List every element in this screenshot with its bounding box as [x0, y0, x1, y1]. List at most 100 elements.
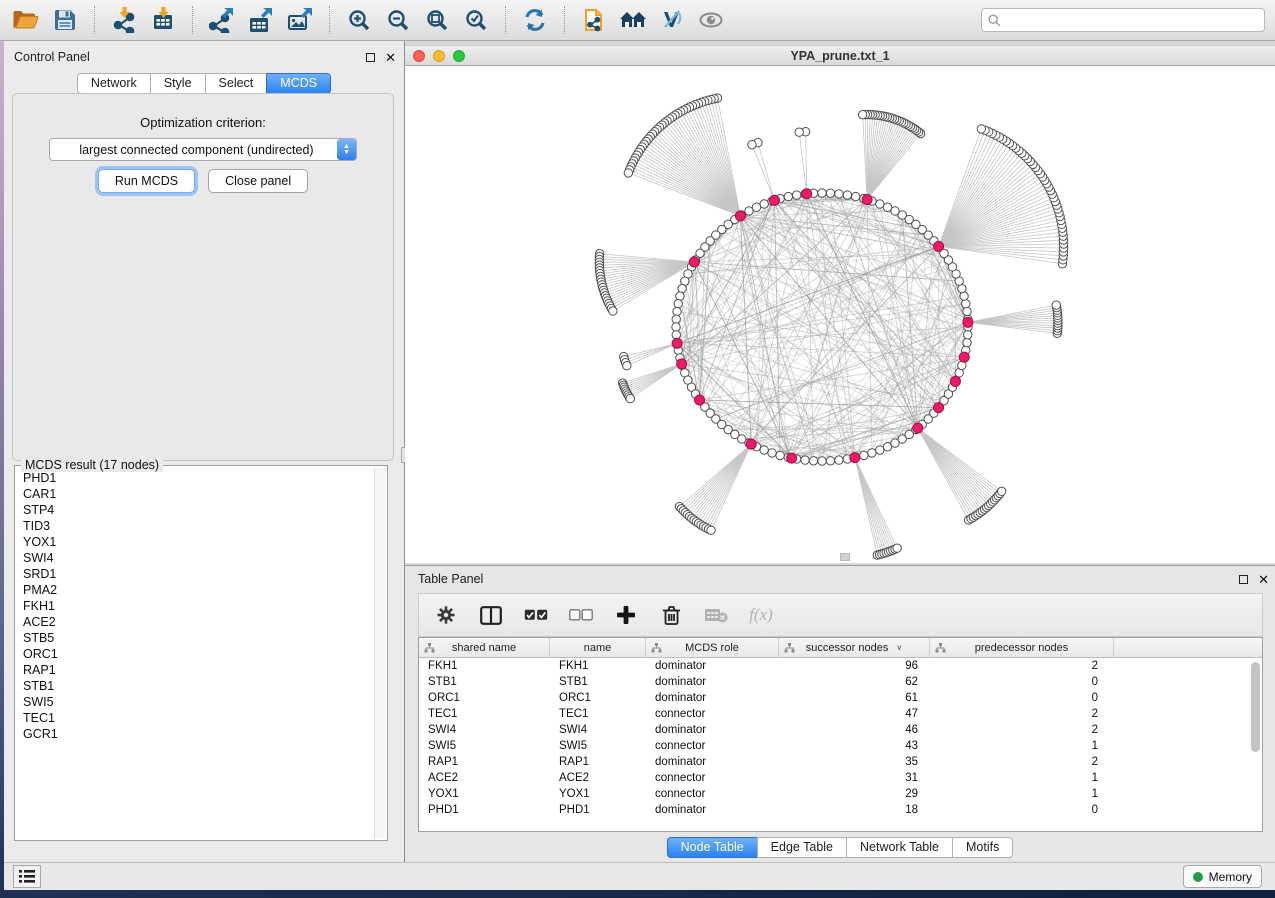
- search-input[interactable]: [1005, 13, 1258, 27]
- delete-column-button[interactable]: [656, 600, 686, 630]
- mcds-result-item[interactable]: YOX1: [17, 534, 373, 550]
- network-node[interactable]: [868, 449, 876, 457]
- table-row[interactable]: RAP1RAP1dominator352: [419, 754, 1262, 770]
- network-satellite-node[interactable]: [893, 544, 901, 552]
- network-node[interactable]: [964, 331, 972, 339]
- table-row[interactable]: SWI4SWI4dominator462: [419, 722, 1262, 738]
- network-hub-node[interactable]: [769, 195, 779, 205]
- network-node[interactable]: [860, 451, 868, 459]
- canvas-resize-grip[interactable]: [840, 553, 850, 561]
- mcds-result-item[interactable]: TID3: [17, 518, 373, 534]
- tab-mcds[interactable]: MCDS: [266, 73, 331, 94]
- network-node[interactable]: [818, 189, 826, 197]
- network-node[interactable]: [672, 323, 680, 331]
- mcds-result-item[interactable]: STB1: [17, 678, 373, 694]
- table-row[interactable]: ACE2ACE2connector311: [419, 770, 1262, 786]
- network-satellite-node[interactable]: [997, 487, 1005, 495]
- mcds-result-item[interactable]: SWI4: [17, 550, 373, 566]
- table-scrollbar-thumb[interactable]: [1251, 662, 1260, 752]
- column-header-MCDS-role[interactable]: MCDS role: [646, 638, 779, 657]
- network-node[interactable]: [851, 192, 859, 200]
- table-row[interactable]: FKH1FKH1dominator962: [419, 658, 1262, 674]
- v-slash-button[interactable]: [656, 5, 688, 35]
- network-hub-node[interactable]: [959, 352, 969, 362]
- settings-gear-button[interactable]: [431, 600, 461, 630]
- network-hub-node[interactable]: [862, 195, 872, 205]
- export-table-button[interactable]: [245, 5, 277, 35]
- network-node[interactable]: [963, 338, 971, 346]
- network-hub-node[interactable]: [963, 317, 973, 327]
- network-node[interactable]: [760, 446, 768, 454]
- criterion-select[interactable]: largest connected component (undirected)…: [49, 138, 357, 161]
- network-hub-node[interactable]: [787, 453, 797, 463]
- network-node[interactable]: [826, 457, 834, 465]
- network-node[interactable]: [843, 191, 851, 199]
- table-row[interactable]: PHD1PHD1dominator180: [419, 802, 1262, 818]
- mcds-result-item[interactable]: GCR1: [17, 726, 373, 742]
- mcds-result-item[interactable]: ACE2: [17, 614, 373, 630]
- import-network-button[interactable]: [108, 5, 140, 35]
- mcds-result-item[interactable]: SWI5: [17, 694, 373, 710]
- table-row[interactable]: ORC1ORC1dominator610: [419, 690, 1262, 706]
- run-mcds-button[interactable]: Run MCDS: [98, 169, 195, 193]
- network-node[interactable]: [962, 300, 970, 308]
- mcds-result-item[interactable]: RAP1: [17, 662, 373, 678]
- tab-motifs[interactable]: Motifs: [952, 837, 1013, 858]
- table-row[interactable]: YOX1YOX1connector291: [419, 786, 1262, 802]
- memory-button[interactable]: Memory: [1183, 865, 1262, 888]
- network-node[interactable]: [818, 457, 826, 465]
- eye-button[interactable]: [695, 5, 727, 35]
- network-node[interactable]: [826, 189, 834, 197]
- column-header-predecessor-nodes[interactable]: predecessor nodes: [930, 638, 1114, 657]
- float-panel-icon[interactable]: [366, 53, 375, 62]
- table-row[interactable]: TEC1TEC1connector472: [419, 706, 1262, 722]
- zoom-out-button[interactable]: [382, 5, 414, 35]
- network-hub-node[interactable]: [735, 211, 745, 221]
- network-hub-node[interactable]: [802, 189, 812, 199]
- tab-style[interactable]: Style: [150, 73, 206, 94]
- table-row[interactable]: STB1STB1dominator620: [419, 674, 1262, 690]
- network-hub-node[interactable]: [850, 453, 860, 463]
- network-satellite-node[interactable]: [623, 362, 631, 370]
- network-satellite-node[interactable]: [1052, 301, 1060, 309]
- network-satellite-node[interactable]: [624, 169, 632, 177]
- tab-edge-table[interactable]: Edge Table: [757, 837, 847, 858]
- network-node[interactable]: [676, 292, 684, 300]
- export-network-button[interactable]: [206, 5, 238, 35]
- network-hub-node[interactable]: [689, 257, 699, 267]
- network-satellite-node[interactable]: [795, 128, 803, 136]
- export-image-button[interactable]: [284, 5, 316, 35]
- network-hub-node[interactable]: [950, 377, 960, 387]
- network-node[interactable]: [768, 449, 776, 457]
- column-header-shared-name[interactable]: shared name: [419, 638, 550, 657]
- mcds-result-item[interactable]: PHD1: [17, 470, 373, 486]
- mcds-result-item[interactable]: STB5: [17, 630, 373, 646]
- close-panel-icon[interactable]: ✕: [385, 53, 396, 62]
- close-table-panel-icon[interactable]: ✕: [1258, 575, 1269, 584]
- tab-network-table[interactable]: Network Table: [846, 837, 953, 858]
- network-node[interactable]: [784, 192, 792, 200]
- network-node[interactable]: [674, 300, 682, 308]
- network-hub-node[interactable]: [677, 359, 687, 369]
- network-node[interactable]: [963, 307, 971, 315]
- houses-button[interactable]: [617, 5, 649, 35]
- add-column-button[interactable]: [611, 600, 641, 630]
- import-table-button[interactable]: [147, 5, 179, 35]
- mcds-result-item[interactable]: PMA2: [17, 582, 373, 598]
- task-history-button[interactable]: [13, 865, 41, 888]
- network-hub-node[interactable]: [934, 403, 944, 413]
- column-header-name[interactable]: name: [550, 638, 646, 657]
- network-satellite-node[interactable]: [858, 110, 866, 118]
- network-node[interactable]: [809, 457, 817, 465]
- network-node[interactable]: [835, 456, 843, 464]
- zoom-in-button[interactable]: [343, 5, 375, 35]
- network-node[interactable]: [876, 446, 884, 454]
- network-satellite-node[interactable]: [748, 140, 756, 148]
- document-share-button[interactable]: [578, 5, 610, 35]
- table-row[interactable]: SWI5SWI5connector431: [419, 738, 1262, 754]
- save-session-button[interactable]: [49, 5, 81, 35]
- network-satellite-node[interactable]: [977, 125, 985, 133]
- mcds-result-item[interactable]: TEC1: [17, 710, 373, 726]
- float-table-panel-icon[interactable]: [1239, 575, 1248, 584]
- network-node[interactable]: [835, 190, 843, 198]
